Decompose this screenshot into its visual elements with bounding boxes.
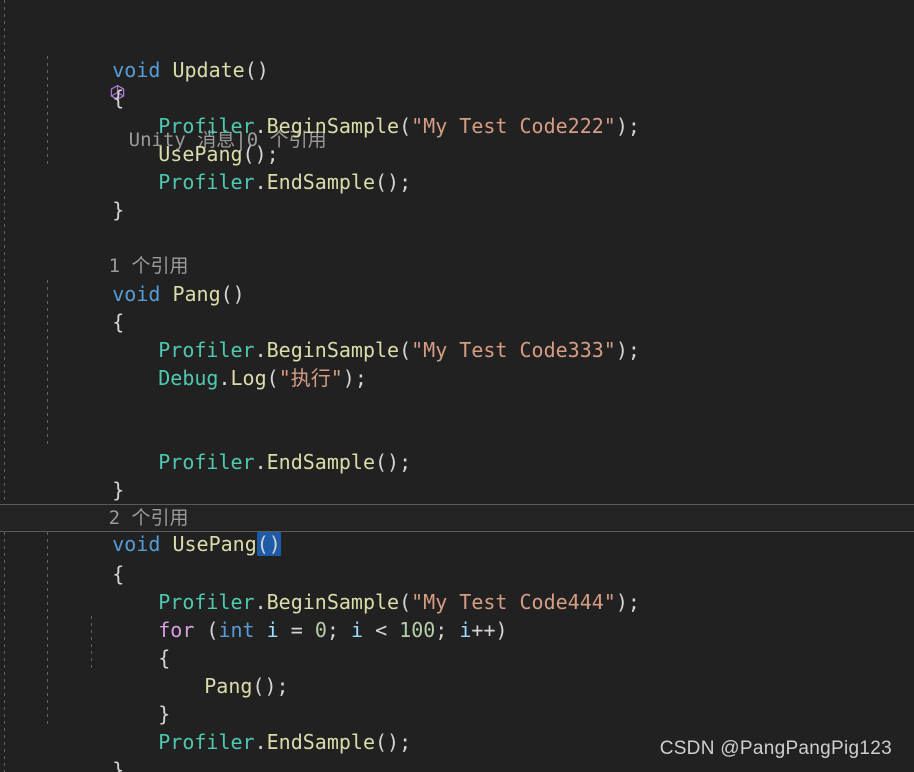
token-void: void xyxy=(112,532,161,556)
token-lparen: ( xyxy=(266,366,279,390)
token-parens: () xyxy=(242,142,267,166)
token-parens: () xyxy=(375,730,400,754)
codelens-usepang-label: 2 个引用 xyxy=(108,507,189,529)
token-dot: . xyxy=(254,338,267,362)
codelens-pang-references[interactable]: 1 个引用 xyxy=(0,224,914,277)
token-i: i xyxy=(266,618,279,642)
code-line-endsample-pang[interactable]: Profiler.EndSample(); xyxy=(0,420,914,474)
token-profiler: Profiler xyxy=(158,590,255,614)
token-void: void xyxy=(112,282,161,306)
code-line-blank[interactable] xyxy=(0,196,914,224)
code-line-void-update[interactable]: void Update() xyxy=(0,28,914,82)
token-semicolon: ; xyxy=(627,114,640,138)
token-parens: () xyxy=(375,450,400,474)
token-semicolon: ; xyxy=(354,366,367,390)
token-usepang: UsePang xyxy=(172,532,257,556)
token-increment: ++ xyxy=(471,618,496,642)
codelens-unity-message[interactable]: Unity 消息|0 个引用 xyxy=(0,0,914,151)
code-editor-window: Unity 消息|0 个引用 void Update() { Profiler.… xyxy=(0,0,914,772)
token-dot: . xyxy=(254,450,267,474)
csdn-watermark: CSDN @PangPangPig123 xyxy=(659,738,892,759)
code-line-beginsample-222[interactable]: Profiler.BeginSample("My Test Code222"); xyxy=(0,84,914,138)
token-close-brace: } xyxy=(112,758,125,772)
token-string-444: "My Test Code444" xyxy=(411,590,616,614)
token-string-222: "My Test Code222" xyxy=(411,114,616,138)
token-pang: Pang xyxy=(172,282,221,306)
token-parens: () xyxy=(252,674,277,698)
token-rparen: ) xyxy=(615,114,628,138)
token-profiler: Profiler xyxy=(158,338,255,362)
token-parens-selected[interactable]: () xyxy=(256,532,281,556)
token-semicolon: ; xyxy=(276,674,289,698)
token-equals: = xyxy=(290,618,303,642)
token-parens: () xyxy=(375,170,400,194)
token-i: i xyxy=(459,618,472,642)
token-open-brace: { xyxy=(112,310,125,334)
token-usepang: UsePang xyxy=(158,142,243,166)
token-string-333: "My Test Code333" xyxy=(411,338,616,362)
token-lparen: ( xyxy=(399,114,412,138)
token-parens: () xyxy=(220,282,245,306)
token-dot: . xyxy=(254,730,267,754)
token-parens: () xyxy=(244,58,269,82)
token-semicolon: ; xyxy=(627,590,640,614)
code-editor-surface[interactable]: Unity 消息|0 个引用 void Update() { Profiler.… xyxy=(0,0,914,772)
token-less-than: < xyxy=(375,618,388,642)
token-lparen: ( xyxy=(399,590,412,614)
token-hundred: 100 xyxy=(399,618,436,642)
token-rparen: ) xyxy=(615,590,628,614)
token-for: for xyxy=(158,618,195,642)
token-semicolon: ; xyxy=(399,450,412,474)
token-profiler: Profiler xyxy=(158,114,255,138)
token-beginsample: BeginSample xyxy=(266,338,400,362)
token-close-brace: } xyxy=(112,478,125,502)
token-lparen: ( xyxy=(206,618,219,642)
token-void: void xyxy=(112,58,161,82)
code-line-beginsample-333[interactable]: Profiler.BeginSample("My Test Code333"); xyxy=(0,308,914,362)
token-dot: . xyxy=(254,170,267,194)
token-close-brace: } xyxy=(112,198,125,222)
token-rparen: ) xyxy=(342,366,355,390)
token-string-zhixing: "执行" xyxy=(278,366,343,390)
token-update: Update xyxy=(172,58,245,82)
token-beginsample: BeginSample xyxy=(266,590,400,614)
token-profiler: Profiler xyxy=(158,450,255,474)
token-dot: . xyxy=(218,366,231,390)
token-close-brace: } xyxy=(158,702,171,726)
token-open-brace: { xyxy=(112,562,125,586)
token-zero: 0 xyxy=(314,618,327,642)
token-log: Log xyxy=(230,366,267,390)
token-semicolon: ; xyxy=(399,170,412,194)
codelens-pang-label: 1 个引用 xyxy=(108,255,189,277)
token-pang: Pang xyxy=(204,674,253,698)
token-semicolon: ; xyxy=(627,338,640,362)
token-beginsample: BeginSample xyxy=(266,114,400,138)
token-lparen: ( xyxy=(399,338,412,362)
token-rparen: ) xyxy=(495,618,508,642)
token-semicolon: ; xyxy=(326,618,339,642)
token-profiler: Profiler xyxy=(158,170,255,194)
token-dot: . xyxy=(254,590,267,614)
token-i: i xyxy=(350,618,364,642)
token-open-brace: { xyxy=(112,86,125,110)
token-rparen: ) xyxy=(615,338,628,362)
token-semicolon: ; xyxy=(399,730,412,754)
token-debug: Debug xyxy=(158,366,219,390)
token-int: int xyxy=(218,618,255,642)
token-profiler: Profiler xyxy=(158,730,255,754)
codelens-usepang-references[interactable]: 2 个引用 xyxy=(0,476,914,529)
code-line-beginsample-444[interactable]: Profiler.BeginSample("My Test Code444"); xyxy=(0,560,914,614)
token-endsample: EndSample xyxy=(266,730,375,754)
token-open-brace: { xyxy=(158,646,171,670)
token-endsample: EndSample xyxy=(266,170,375,194)
token-dot: . xyxy=(254,114,267,138)
token-semicolon: ; xyxy=(266,142,279,166)
code-line-blank[interactable] xyxy=(0,392,914,420)
token-semicolon: ; xyxy=(435,618,448,642)
token-endsample: EndSample xyxy=(266,450,375,474)
